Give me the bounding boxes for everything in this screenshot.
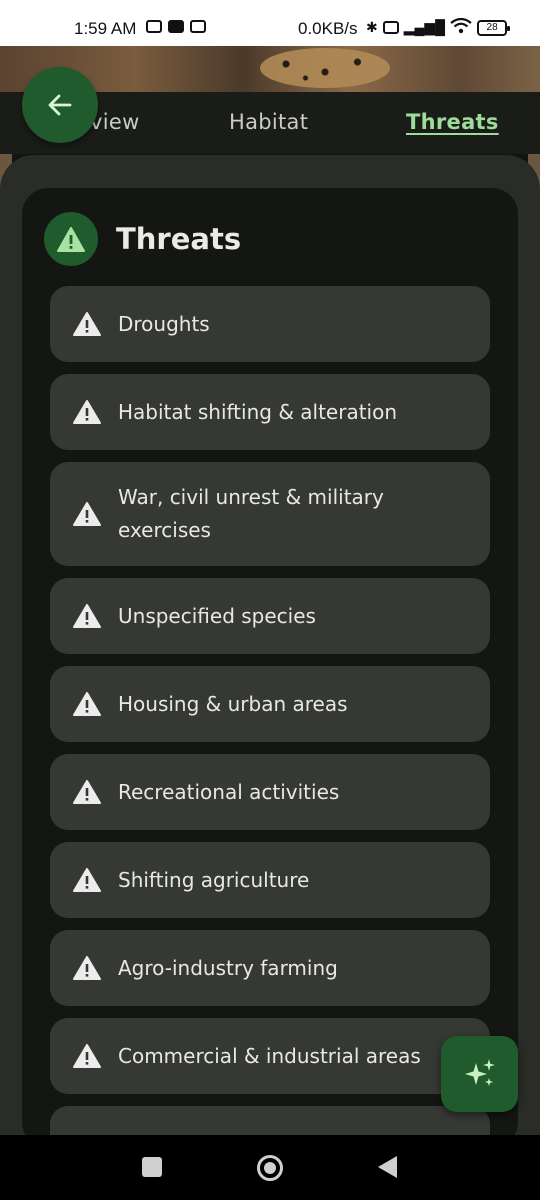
threat-label: Droughts (118, 311, 210, 336)
back-button[interactable] (22, 67, 98, 143)
threat-item-agro-industry[interactable]: Agro-industry farming (50, 930, 490, 1006)
warning-icon (72, 778, 104, 806)
warning-icon (44, 212, 98, 266)
threat-list: Droughts Habitat shifting & alteration W… (50, 286, 490, 1148)
threat-label: Commercial & industrial areas (118, 1043, 421, 1068)
system-nav-bar (0, 1135, 540, 1200)
warning-icon (72, 500, 104, 528)
threat-label: Shifting agriculture (118, 867, 310, 892)
threat-label: Agro-industry farming (118, 955, 338, 980)
youtube-icon (168, 20, 184, 33)
tab-habitat[interactable]: Habitat (229, 110, 308, 134)
threat-item-recreational[interactable]: Recreational activities (50, 754, 490, 830)
home-button[interactable] (257, 1155, 283, 1181)
warning-icon (72, 1042, 104, 1070)
status-bar: 1:59 AM 0.0KB/s ✱ ▂▄▆█ 28 (0, 0, 540, 46)
network-speed: 0.0KB/s (298, 19, 358, 38)
arrow-left-icon (48, 94, 72, 116)
threats-card: Threats Droughts Habitat shifting & alte… (22, 188, 518, 1148)
wifi-icon (450, 17, 472, 37)
tab-threats[interactable]: Threats (406, 110, 499, 134)
card-header: Threats (44, 212, 241, 266)
sparkle-icon (464, 1059, 495, 1086)
threat-item-unspecified-species[interactable]: Unspecified species (50, 578, 490, 654)
status-time: 1:59 AM (74, 19, 137, 38)
tab-overview[interactable]: view (90, 110, 140, 134)
warning-icon (72, 954, 104, 982)
warning-icon (72, 690, 104, 718)
threat-label: Recreational activities (118, 779, 340, 804)
threat-item-commercial[interactable]: Commercial & industrial areas (50, 1018, 490, 1094)
threat-label: War, civil unrest & military exercises (118, 485, 384, 542)
recents-button[interactable] (142, 1157, 162, 1177)
threat-item-shifting-agriculture[interactable]: Shifting agriculture (50, 842, 490, 918)
warning-icon (72, 866, 104, 894)
threat-label: Habitat shifting & alteration (118, 399, 398, 424)
threat-item-habitat-shifting[interactable]: Habitat shifting & alteration (50, 374, 490, 450)
threat-label: Housing & urban areas (118, 691, 348, 716)
battery-level: 28 (486, 21, 498, 33)
warning-icon (72, 398, 104, 426)
system-back-button[interactable] (378, 1156, 397, 1178)
warning-icon (72, 310, 104, 338)
sim-icon (190, 20, 206, 33)
bluetooth-icon: ✱ (366, 19, 378, 35)
ai-sparkle-button[interactable] (441, 1036, 518, 1112)
signal-icon: ▂▄▆█ (403, 19, 446, 35)
threat-item-droughts[interactable]: Droughts (50, 286, 490, 362)
card-title: Threats (116, 222, 242, 256)
volte-icon (382, 21, 399, 34)
warning-icon (72, 602, 104, 630)
twitch-icon (146, 20, 162, 33)
threat-label: Unspecified species (118, 603, 316, 628)
threat-item-war[interactable]: War, civil unrest & military exercises (50, 462, 490, 566)
threat-item-housing[interactable]: Housing & urban areas (50, 666, 490, 742)
battery-icon: 28 (477, 19, 511, 36)
